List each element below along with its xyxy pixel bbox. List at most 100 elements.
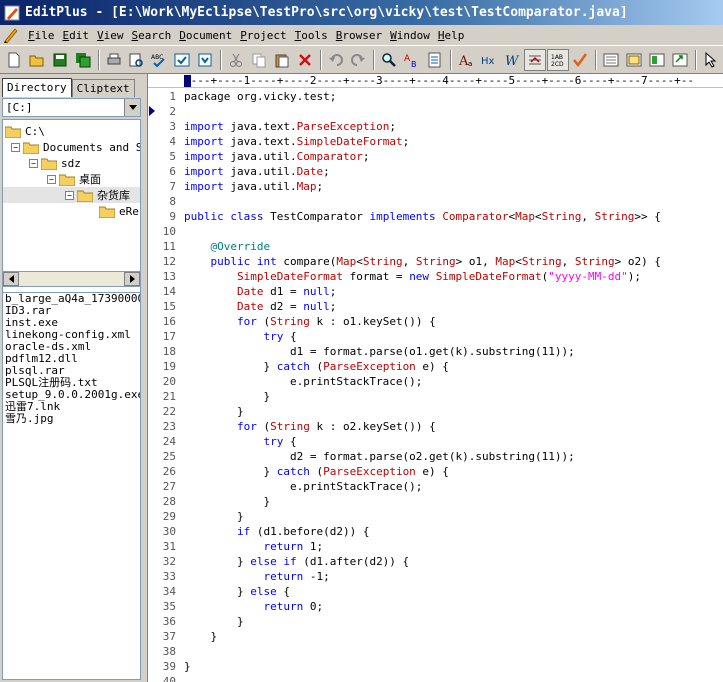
code-token: String [541, 210, 582, 223]
code-line: d2 = format.parse(o2.get(k).substring(11… [184, 449, 723, 464]
copy-button[interactable] [248, 49, 270, 71]
goto-button[interactable] [424, 49, 446, 71]
code-line: } [184, 629, 723, 644]
code-token: e.printStackTrace(); [184, 375, 423, 388]
output-window-button[interactable] [600, 49, 622, 71]
code-token: public class [184, 210, 264, 223]
menu-project[interactable]: Project [236, 26, 290, 45]
code-token: -1; [303, 570, 330, 583]
code-token: null [303, 300, 330, 313]
save-all-button[interactable] [72, 49, 94, 71]
line-number: 8 [169, 195, 176, 208]
menu-bar: File Edit View Search Document Project Tools Br… [0, 25, 723, 46]
line-number: 12 [162, 255, 176, 268]
tree-item-sdz[interactable]: − sdz [29, 155, 81, 171]
code-text[interactable]: package org.vicky.test; import java.text… [184, 89, 723, 682]
menu-edit[interactable]: Edit [59, 26, 94, 45]
tab-cliptext[interactable]: Cliptext [71, 79, 135, 97]
tree-item-ere[interactable]: eRe [99, 203, 139, 219]
code-token: java.text. [223, 135, 297, 148]
font-button[interactable]: Aa [455, 49, 477, 71]
redo-button[interactable] [347, 49, 369, 71]
code-token: new [409, 270, 430, 283]
print-button[interactable] [103, 49, 125, 71]
cliptext-window-button[interactable] [646, 49, 668, 71]
browser-button[interactable] [171, 49, 193, 71]
spell-check-button[interactable]: ABC [148, 49, 170, 71]
code-token: d2 = [263, 300, 304, 313]
font-icon: Aa [458, 54, 472, 68]
drive-select[interactable]: [C:] [2, 98, 141, 117]
directory-window-button[interactable] [623, 49, 645, 71]
tree-item-desktop[interactable]: − 桌面 [47, 171, 101, 187]
document-pen-icon[interactable] [2, 26, 20, 44]
cut-button[interactable] [225, 49, 247, 71]
collapse-icon[interactable]: − [65, 190, 74, 200]
file-list-item[interactable]: 雪乃.jpg [3, 413, 140, 425]
paste-icon [275, 54, 289, 67]
editor-area[interactable]: ----+----1----+----2----+----3----+----4… [147, 74, 723, 682]
paste-button[interactable] [271, 49, 293, 71]
tree-item-documents[interactable]: − Documents and Se [11, 139, 140, 155]
code-line: public class TestComparator implements C… [184, 209, 723, 224]
code-token: return [263, 540, 304, 553]
folder-icon [41, 158, 57, 170]
code-token: k : o1.keySet()) { [309, 315, 436, 328]
menu-window[interactable]: Window [386, 26, 434, 45]
code-token: implements [369, 210, 436, 223]
print-preview-button[interactable] [125, 49, 147, 71]
menu-help[interactable]: Help [434, 26, 469, 45]
menu-document[interactable]: Document [175, 26, 236, 45]
save-button[interactable] [49, 49, 71, 71]
code-token: return [263, 570, 304, 583]
tree-item-label: 桌面 [79, 173, 101, 186]
cliptext-window-icon [649, 53, 665, 66]
open-file-button[interactable] [26, 49, 48, 71]
code-token: ; [389, 120, 396, 133]
collapse-icon[interactable]: − [47, 174, 56, 184]
svg-text:Hx: Hx [481, 56, 495, 67]
hex-button[interactable]: 1AB 2CD [546, 48, 569, 71]
delete-button[interactable] [294, 49, 316, 71]
code-token: catch [276, 360, 310, 373]
line-number: 26 [162, 465, 176, 478]
tree-horizontal-scrollbar[interactable] [2, 271, 141, 287]
menu-search[interactable]: Search [128, 26, 176, 45]
line-number: 13 [162, 270, 176, 283]
collapse-icon[interactable]: − [29, 158, 38, 168]
fullscreen-button[interactable] [669, 49, 691, 71]
line-number-button[interactable] [523, 48, 546, 71]
code-token: d2 = format.parse(o2.get(k).substring(11… [184, 450, 575, 463]
replace-button[interactable]: AB [401, 49, 423, 71]
menu-tools[interactable]: Tools [291, 26, 332, 45]
code-token: d1 = [263, 285, 304, 298]
check-button[interactable] [570, 49, 592, 71]
html-preview-button[interactable] [194, 49, 216, 71]
code-line: Date d1 = null; [184, 284, 723, 299]
scroll-left-icon[interactable] [3, 272, 19, 286]
code-token: return [263, 600, 304, 613]
scroll-right-icon[interactable] [124, 272, 140, 286]
code-token: < [515, 255, 522, 268]
new-file-button[interactable] [3, 49, 25, 71]
tab-directory[interactable]: Directory [2, 78, 72, 97]
chevron-down-icon[interactable] [124, 99, 140, 116]
code-token: } [184, 465, 277, 478]
find-button[interactable] [378, 49, 400, 71]
tree-item-c-drive[interactable]: C:\ [5, 123, 45, 139]
word-wrap-button[interactable]: W [501, 49, 523, 71]
menu-view[interactable]: View [93, 26, 128, 45]
collapse-icon[interactable]: − [11, 142, 20, 152]
line-number: 38 [162, 645, 176, 658]
tree-item-zahuoku[interactable]: − 杂货库 [3, 187, 140, 203]
pointer-button[interactable] [700, 49, 722, 71]
menu-file[interactable]: File [24, 26, 59, 45]
code-line: return 1; [184, 539, 723, 554]
undo-button[interactable] [325, 49, 347, 71]
menu-browser[interactable]: Browser [332, 26, 386, 45]
scissors-icon [229, 53, 242, 67]
heading-button[interactable]: Hx [478, 49, 500, 71]
